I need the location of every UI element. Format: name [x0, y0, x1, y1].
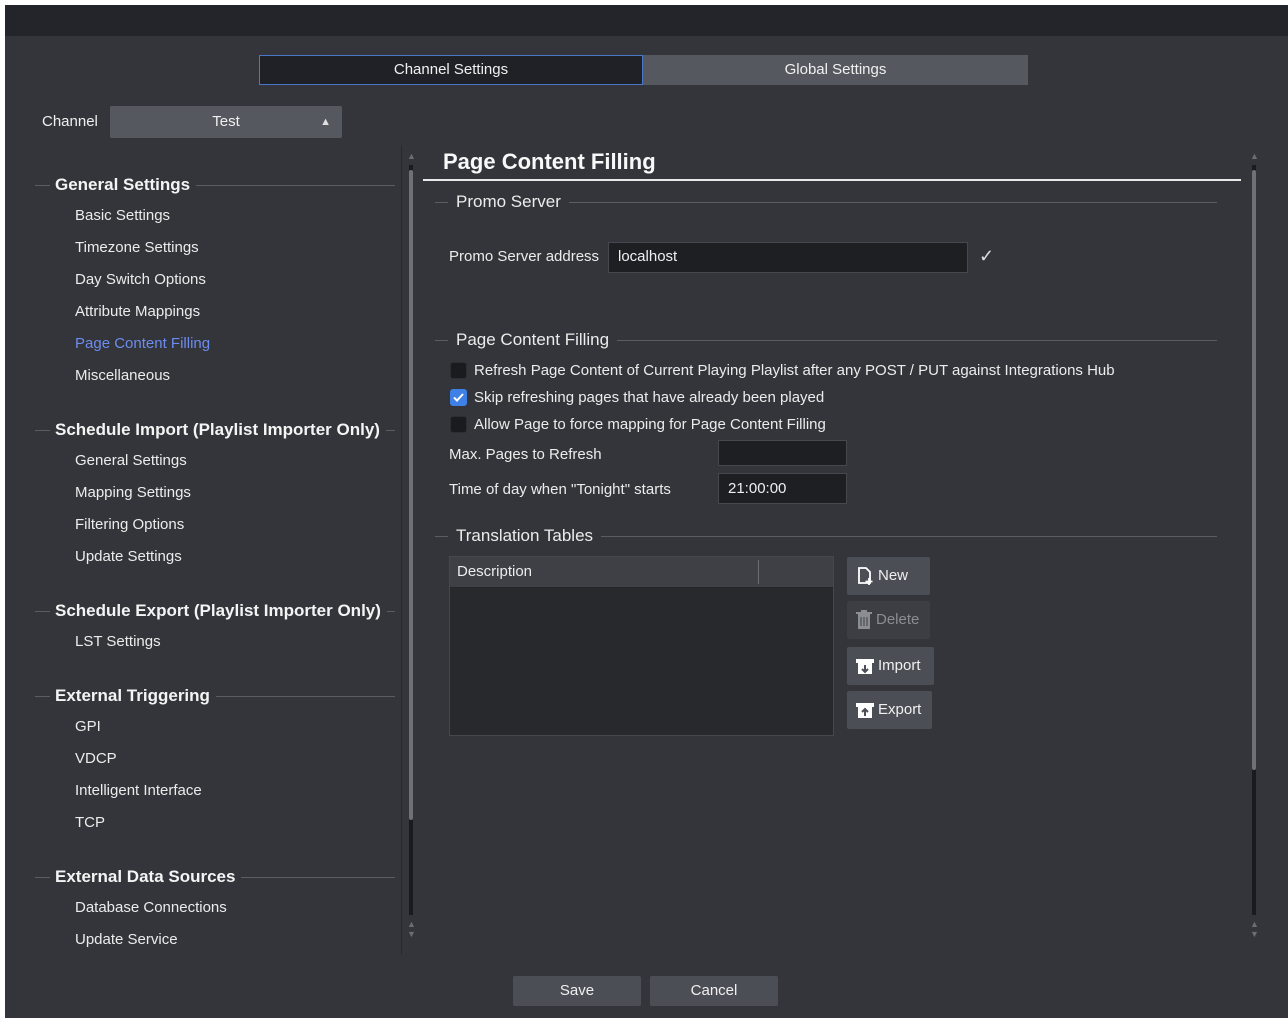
import-button-label: Import: [878, 657, 921, 674]
sidebar-section-external-data-sources: External Data Sources: [35, 867, 395, 887]
checkmark-icon: ✓: [979, 246, 995, 266]
sidebar-item-miscellaneous[interactable]: Miscellaneous: [75, 367, 170, 384]
new-button[interactable]: New: [847, 557, 930, 595]
content-scrollbar-thumb[interactable]: [1252, 170, 1256, 770]
cancel-button[interactable]: Cancel: [650, 976, 778, 1006]
tab-global-settings[interactable]: Global Settings: [643, 55, 1028, 85]
export-icon: [856, 703, 874, 718]
check-icon: [453, 393, 464, 402]
save-button[interactable]: Save: [513, 976, 641, 1006]
new-button-label: New: [878, 567, 909, 584]
group-translation-tables: Translation Tables: [435, 526, 1217, 546]
allow-force-mapping-label: Allow Page to force mapping for Page Con…: [474, 416, 826, 433]
channel-label: Channel: [42, 113, 98, 130]
sidebar-item-mapping-settings[interactable]: Mapping Settings: [75, 484, 191, 501]
sidebar-item-intelligent-interface[interactable]: Intelligent Interface: [75, 782, 202, 799]
title-underline: [423, 179, 1241, 181]
panel-divider: [401, 145, 402, 955]
sidebar-item-update-settings[interactable]: Update Settings: [75, 548, 182, 565]
content-scroll-down-icon[interactable]: ▲ ▼: [1250, 919, 1259, 939]
title-bar: [5, 5, 1288, 36]
allow-force-mapping-checkbox[interactable]: [450, 416, 467, 433]
refresh-page-content-checkbox[interactable]: [450, 362, 467, 379]
tab-channel-settings[interactable]: Channel Settings: [259, 55, 643, 85]
scroll-up-arrow-icon[interactable]: ▲: [407, 151, 416, 161]
column-header-description[interactable]: Description: [457, 557, 532, 587]
promo-server-address-input[interactable]: localhost: [608, 242, 968, 273]
sidebar-item-database-connections[interactable]: Database Connections: [75, 899, 227, 916]
trash-icon: [856, 610, 872, 629]
import-button[interactable]: Import: [847, 647, 934, 685]
sidebar-item-timezone-settings[interactable]: Timezone Settings: [75, 239, 199, 256]
column-separator[interactable]: [758, 560, 759, 584]
sidebar-section-external-triggering: External Triggering: [35, 686, 395, 706]
channel-select-value: Test: [212, 113, 240, 130]
export-button[interactable]: Export: [847, 691, 932, 729]
sidebar-item-page-content-filling[interactable]: Page Content Filling: [75, 335, 210, 352]
max-pages-input[interactable]: [718, 440, 847, 466]
skip-refreshing-label: Skip refreshing pages that have already …: [474, 389, 825, 406]
delete-button-label: Delete: [876, 611, 920, 628]
tonight-start-label: Time of day when "Tonight" starts: [449, 481, 671, 498]
import-icon: [856, 659, 874, 674]
sidebar-scrollbar[interactable]: [409, 165, 413, 915]
translation-tables-table[interactable]: Description: [449, 556, 834, 736]
settings-window: Channel Settings Global Settings Channel…: [5, 5, 1288, 1018]
settings-sidebar: General Settings Basic Settings Timezone…: [5, 145, 405, 955]
scroll-down-arrow-icon[interactable]: ▲ ▼: [407, 919, 416, 939]
new-document-icon: [858, 567, 873, 585]
export-button-label: Export: [878, 701, 922, 718]
tonight-start-input[interactable]: 21:00:00: [718, 473, 847, 504]
sidebar-item-attribute-mappings[interactable]: Attribute Mappings: [75, 303, 200, 320]
sidebar-item-filtering-options[interactable]: Filtering Options: [75, 516, 184, 533]
page-title: Page Content Filling: [443, 149, 656, 174]
refresh-page-content-label: Refresh Page Content of Current Playing …: [474, 362, 1115, 379]
sidebar-section-general-settings: General Settings: [35, 175, 395, 195]
skip-refreshing-checkbox[interactable]: [450, 389, 467, 406]
content-scrollbar[interactable]: [1252, 165, 1256, 915]
promo-server-address-label: Promo Server address: [449, 248, 600, 265]
updown-arrows-icon: ▲: [320, 116, 331, 128]
sidebar-scrollbar-thumb[interactable]: [409, 170, 413, 820]
sidebar-section-schedule-export: Schedule Export (Playlist Importer Only): [35, 601, 395, 621]
sidebar-item-vdcp[interactable]: VDCP: [75, 750, 117, 767]
sidebar-item-tcp[interactable]: TCP: [75, 814, 105, 831]
sidebar-item-basic-settings[interactable]: Basic Settings: [75, 207, 170, 224]
table-header: Description: [450, 557, 833, 588]
max-pages-label: Max. Pages to Refresh: [449, 446, 602, 463]
group-page-content-filling: Page Content Filling: [435, 330, 1217, 350]
group-promo-server: Promo Server: [435, 192, 1217, 212]
channel-select[interactable]: Test ▲: [110, 106, 342, 138]
sidebar-section-schedule-import: Schedule Import (Playlist Importer Only): [35, 420, 395, 440]
content-scroll-up-icon[interactable]: ▲: [1250, 151, 1259, 161]
sidebar-item-day-switch-options[interactable]: Day Switch Options: [75, 271, 206, 288]
sidebar-item-gpi[interactable]: GPI: [75, 718, 101, 735]
sidebar-item-lst-settings[interactable]: LST Settings: [75, 633, 161, 650]
delete-button[interactable]: Delete: [847, 601, 930, 639]
sidebar-item-import-general-settings[interactable]: General Settings: [75, 452, 187, 469]
sidebar-item-update-service[interactable]: Update Service: [75, 931, 178, 948]
